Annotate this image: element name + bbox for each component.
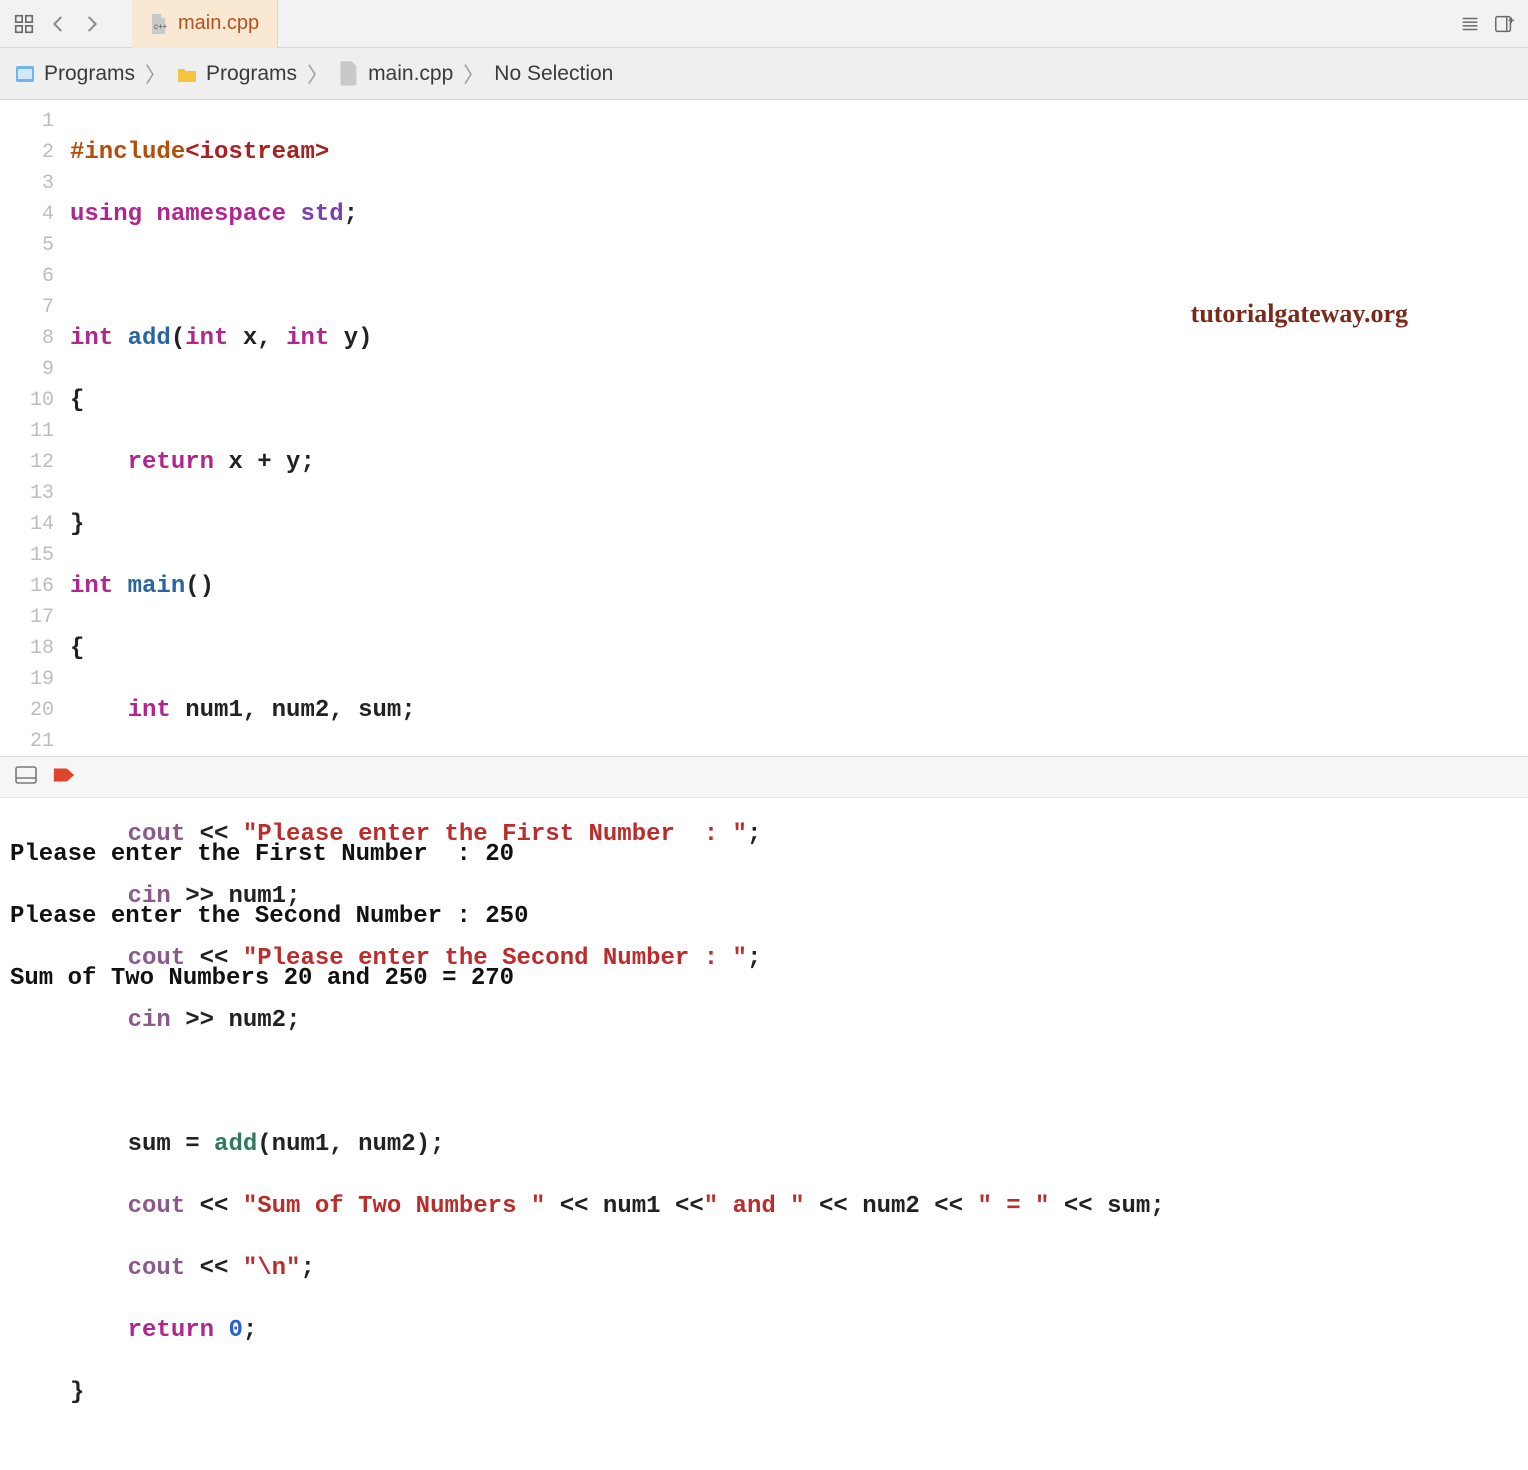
breadcrumb: Programs 〉 Programs 〉 main.cpp 〉 No Sele… bbox=[0, 48, 1528, 100]
breadcrumb-separator: 〉 bbox=[305, 59, 330, 89]
cpp-file-icon bbox=[338, 63, 360, 85]
line-number-gutter: 123456789101112131415161718192021 bbox=[0, 100, 70, 756]
breadcrumb-item[interactable]: No Selection bbox=[494, 62, 613, 86]
breadcrumb-item[interactable]: Programs bbox=[206, 62, 297, 86]
nav-forward-button[interactable] bbox=[78, 10, 106, 38]
code-area[interactable]: #include<iostream> using namespace std; … bbox=[70, 100, 1528, 756]
panel-icon[interactable] bbox=[14, 765, 38, 790]
breadcrumb-separator: 〉 bbox=[461, 59, 486, 89]
file-tab-main[interactable]: c++ main.cpp bbox=[132, 0, 278, 48]
cpp-file-icon: c++ bbox=[150, 13, 168, 35]
folder-icon bbox=[176, 63, 198, 85]
tab-bar: c++ main.cpp bbox=[0, 0, 1528, 48]
tab-bar-left: c++ main.cpp bbox=[10, 0, 278, 48]
file-tab-label: main.cpp bbox=[178, 12, 259, 35]
code-editor[interactable]: 123456789101112131415161718192021 #inclu… bbox=[0, 100, 1528, 756]
svg-text:c++: c++ bbox=[154, 22, 168, 31]
grid-icon[interactable] bbox=[10, 10, 38, 38]
breadcrumb-item[interactable]: Programs bbox=[44, 62, 135, 86]
watermark-text: tutorialgateway.org bbox=[1191, 298, 1408, 329]
breadcrumb-separator: 〉 bbox=[143, 59, 168, 89]
lines-icon[interactable] bbox=[1456, 10, 1484, 38]
add-panel-icon[interactable] bbox=[1490, 10, 1518, 38]
nav-back-button[interactable] bbox=[44, 10, 72, 38]
breadcrumb-item[interactable]: main.cpp bbox=[368, 62, 453, 86]
project-icon bbox=[14, 63, 36, 85]
